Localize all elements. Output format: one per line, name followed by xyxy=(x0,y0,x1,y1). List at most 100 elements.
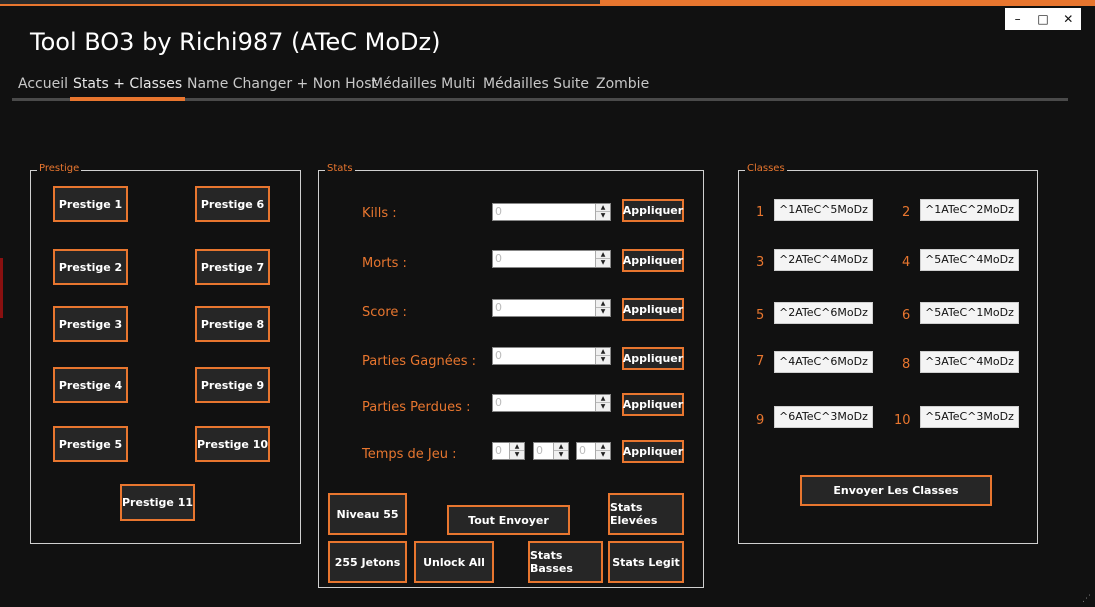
prestige-9-button[interactable]: Prestige 9 xyxy=(195,367,270,403)
kills-value: 0 xyxy=(495,205,502,218)
envoyer-les-classes-button[interactable]: Envoyer Les Classes xyxy=(800,475,992,506)
stats-elevees-button[interactable]: Stats Elevées xyxy=(608,493,684,535)
parties-perdues-spinner: ▲ ▼ xyxy=(595,395,610,411)
parties-perdues-label: Parties Perdues : xyxy=(362,400,471,415)
arrow-down-icon[interactable]: ▼ xyxy=(554,451,568,459)
arrow-down-icon[interactable]: ▼ xyxy=(596,403,610,411)
score-input[interactable]: 0 ▲ ▼ xyxy=(492,299,611,317)
temps-jeu-value-3: 0 xyxy=(579,444,586,457)
arrow-up-icon[interactable]: ▲ xyxy=(596,204,610,212)
morts-apply-button[interactable]: Appliquer xyxy=(622,249,684,272)
parties-gagnees-apply-button[interactable]: Appliquer xyxy=(622,347,684,370)
class-3-input[interactable]: ^2ATeC^4MoDz xyxy=(774,249,873,271)
temps-de-jeu-label: Temps de Jeu : xyxy=(362,447,457,462)
kills-label: Kills : xyxy=(362,206,397,221)
morts-spinner: ▲ ▼ xyxy=(595,251,610,267)
class-7-number: 7 xyxy=(756,354,765,369)
temps-jeu-value-2: 0 xyxy=(536,444,543,457)
close-button[interactable]: ✕ xyxy=(1057,12,1079,26)
temps-de-jeu-apply-button[interactable]: Appliquer xyxy=(622,440,684,463)
arrow-up-icon[interactable]: ▲ xyxy=(596,251,610,259)
app-title: Tool BO3 by Richi987 (ATeC MoDz) xyxy=(30,28,441,56)
parties-gagnees-label: Parties Gagnées : xyxy=(362,354,476,369)
temps-jeu-value-1: 0 xyxy=(495,444,502,457)
temps-jeu-input-1[interactable]: 0 ▲ ▼ xyxy=(492,442,525,460)
class-6-number: 6 xyxy=(902,308,911,323)
class-2-input[interactable]: ^1ATeC^2MoDz xyxy=(920,199,1019,221)
stats-basses-button[interactable]: Stats Basses xyxy=(528,541,603,583)
tab-medailles-suite[interactable]: Médailles Suite xyxy=(479,74,593,94)
tab-medailles-multi[interactable]: Médailles Multi xyxy=(367,74,479,94)
class-9-number: 9 xyxy=(756,413,765,428)
arrow-up-icon[interactable]: ▲ xyxy=(510,443,524,451)
arrow-up-icon[interactable]: ▲ xyxy=(596,300,610,308)
stats-legit-button[interactable]: Stats Legit xyxy=(608,541,684,583)
class-7-input[interactable]: ^4ATeC^6MoDz xyxy=(774,351,873,373)
parties-perdues-apply-button[interactable]: Appliquer xyxy=(622,393,684,416)
app-window: – □ ✕ Tool BO3 by Richi987 (ATeC MoDz) A… xyxy=(0,0,1095,607)
temps-jeu-input-3[interactable]: 0 ▲ ▼ xyxy=(576,442,611,460)
resize-grip-icon[interactable]: ⋰ xyxy=(1082,594,1091,604)
tab-stats-classes[interactable]: Stats + Classes xyxy=(69,74,186,94)
prestige-8-button[interactable]: Prestige 8 xyxy=(195,306,270,342)
prestige-6-button[interactable]: Prestige 6 xyxy=(195,186,270,222)
kills-apply-button[interactable]: Appliquer xyxy=(622,199,684,222)
prestige-4-button[interactable]: Prestige 4 xyxy=(53,367,128,403)
tab-active-indicator xyxy=(70,97,185,101)
prestige-11-button[interactable]: Prestige 11 xyxy=(120,484,195,521)
classes-legend: Classes xyxy=(745,163,787,174)
prestige-2-button[interactable]: Prestige 2 xyxy=(53,249,128,285)
class-10-number: 10 xyxy=(894,413,911,428)
prestige-7-button[interactable]: Prestige 7 xyxy=(195,249,270,285)
tab-name-changer[interactable]: Name Changer + Non Host xyxy=(183,74,381,94)
tab-accueil[interactable]: Accueil xyxy=(14,74,72,94)
parties-perdues-value: 0 xyxy=(495,396,502,409)
255-jetons-button[interactable]: 255 Jetons xyxy=(328,541,407,583)
arrow-up-icon[interactable]: ▲ xyxy=(596,395,610,403)
maximize-button[interactable]: □ xyxy=(1032,12,1054,26)
class-6-input[interactable]: ^5ATeC^1MoDz xyxy=(920,302,1019,324)
class-8-number: 8 xyxy=(902,357,911,372)
kills-input[interactable]: 0 ▲ ▼ xyxy=(492,203,611,221)
prestige-1-button[interactable]: Prestige 1 xyxy=(53,186,128,222)
arrow-down-icon[interactable]: ▼ xyxy=(596,308,610,316)
unlock-all-button[interactable]: Unlock All xyxy=(414,541,494,583)
arrow-down-icon[interactable]: ▼ xyxy=(596,212,610,220)
prestige-legend: Prestige xyxy=(37,163,82,174)
tab-zombie[interactable]: Zombie xyxy=(592,74,653,94)
temps-jeu-spinner-2: ▲ ▼ xyxy=(553,443,568,459)
kills-spinner: ▲ ▼ xyxy=(595,204,610,220)
class-4-input[interactable]: ^5ATeC^4MoDz xyxy=(920,249,1019,271)
arrow-up-icon[interactable]: ▲ xyxy=(554,443,568,451)
class-8-input[interactable]: ^3ATeC^4MoDz xyxy=(920,351,1019,373)
temps-jeu-input-2[interactable]: 0 ▲ ▼ xyxy=(533,442,569,460)
arrow-down-icon[interactable]: ▼ xyxy=(596,356,610,364)
parties-perdues-input[interactable]: 0 ▲ ▼ xyxy=(492,394,611,412)
class-3-number: 3 xyxy=(756,255,765,270)
temps-jeu-spinner-1: ▲ ▼ xyxy=(509,443,524,459)
class-1-input[interactable]: ^1ATeC^5MoDz xyxy=(774,199,873,221)
class-10-input[interactable]: ^5ATeC^3MoDz xyxy=(920,406,1019,428)
arrow-up-icon[interactable]: ▲ xyxy=(596,443,610,451)
morts-label: Morts : xyxy=(362,256,407,271)
prestige-3-button[interactable]: Prestige 3 xyxy=(53,306,128,342)
left-edge-mark xyxy=(0,258,3,318)
window-top-strip xyxy=(0,0,600,4)
class-5-input[interactable]: ^2ATeC^6MoDz xyxy=(774,302,873,324)
parties-gagnees-input[interactable]: 0 ▲ ▼ xyxy=(492,347,611,365)
minimize-button[interactable]: – xyxy=(1007,12,1029,26)
arrow-down-icon[interactable]: ▼ xyxy=(596,451,610,459)
arrow-down-icon[interactable]: ▼ xyxy=(596,259,610,267)
prestige-10-button[interactable]: Prestige 10 xyxy=(195,426,270,462)
morts-value: 0 xyxy=(495,252,502,265)
tab-bar: Accueil Stats + Classes Name Changer + N… xyxy=(12,74,1068,102)
tout-envoyer-button[interactable]: Tout Envoyer xyxy=(447,505,570,535)
prestige-5-button[interactable]: Prestige 5 xyxy=(53,426,128,462)
arrow-down-icon[interactable]: ▼ xyxy=(510,451,524,459)
score-spinner: ▲ ▼ xyxy=(595,300,610,316)
arrow-up-icon[interactable]: ▲ xyxy=(596,348,610,356)
niveau-55-button[interactable]: Niveau 55 xyxy=(328,493,407,535)
morts-input[interactable]: 0 ▲ ▼ xyxy=(492,250,611,268)
class-9-input[interactable]: ^6ATeC^3MoDz xyxy=(774,406,873,428)
score-apply-button[interactable]: Appliquer xyxy=(622,298,684,321)
